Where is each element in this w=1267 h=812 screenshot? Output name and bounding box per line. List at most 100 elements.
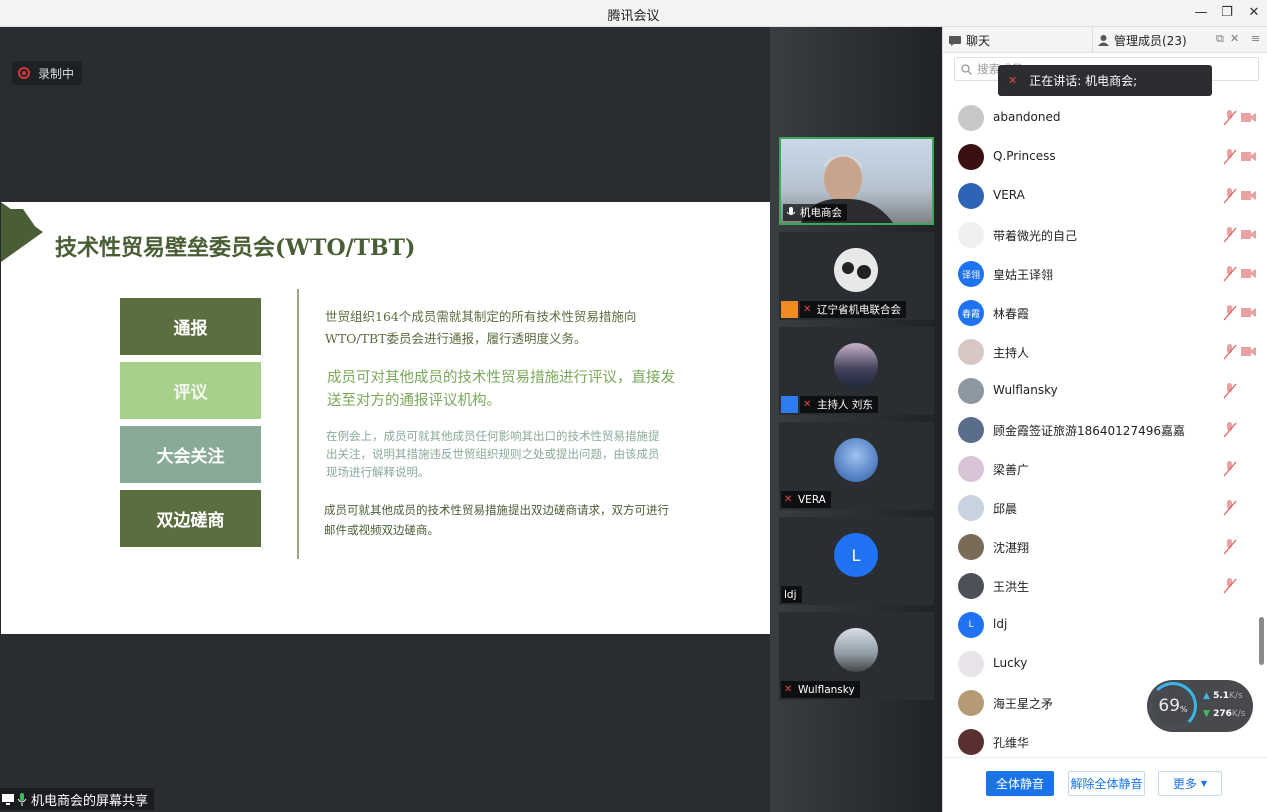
video-tile[interactable]: ✕ 辽宁省机电联合会 (779, 232, 934, 320)
video-tile[interactable]: ✕ VERA (779, 422, 934, 510)
avatar (958, 729, 984, 755)
camera-off-icon[interactable] (1241, 112, 1256, 123)
close-button[interactable]: ✕ (1243, 3, 1265, 23)
list-item[interactable]: Lucky (943, 645, 1267, 683)
chevron-down-icon: ▼ (1200, 779, 1208, 788)
list-item[interactable]: L ldj (943, 606, 1267, 644)
tile-name-label: ✕ 辽宁省机电联合会 (800, 301, 906, 318)
avatar (958, 651, 984, 677)
tab-members[interactable]: 管理成员(23) (1098, 32, 1187, 49)
slide-divider (297, 289, 299, 559)
desc-bilateral: 成员可就其他成员的技术性贸易措施提出双边磋商请求，双方可进行邮件或视频双边磋商。 (324, 503, 669, 537)
member-list-scrollbar[interactable] (1259, 617, 1264, 665)
desc-notification: 世贸组织164个成员需就其制定的所有技术性贸易措施向WTO/TBT委员会进行通报… (325, 309, 637, 346)
list-item[interactable]: 主持人 (943, 333, 1267, 371)
screen-share-icon (2, 794, 14, 805)
camera-off-icon[interactable] (1241, 346, 1256, 357)
avatar (958, 339, 984, 365)
avatar (958, 144, 984, 170)
list-item[interactable]: 邱晨 (943, 489, 1267, 527)
avatar (958, 183, 984, 209)
share-label-text: 机电商会的屏幕共享 (31, 793, 149, 809)
avatar (958, 378, 984, 404)
desc-concern: 在例会上，成员可就其他成员任何影响其出口的技术性贸易措施提出关注，说明其措施违反… (326, 429, 660, 479)
camera-off-icon[interactable] (1241, 151, 1256, 162)
upload-arrow-icon: ▲ (1203, 691, 1210, 701)
mic-muted-icon[interactable] (1223, 149, 1237, 165)
box-comment: 评议 (120, 362, 261, 419)
list-item[interactable]: VERA (943, 177, 1267, 215)
avatar (958, 573, 984, 599)
camera-off-icon[interactable] (1241, 268, 1256, 279)
list-item[interactable]: abandoned (943, 99, 1267, 137)
search-icon (961, 64, 972, 75)
mute-all-button[interactable]: 全体静音 (986, 771, 1054, 796)
tab-separator (1092, 27, 1093, 53)
mic-muted-icon[interactable] (1223, 383, 1237, 399)
box-notification: 通报 (120, 298, 261, 355)
presentation-slide: 技术性贸易壁垒委员会(WTO/TBT) 通报 评议 大会关注 双边磋商 世贸组织… (1, 202, 770, 634)
speaking-text: 正在讲话: 机电商会; (1029, 74, 1138, 88)
avatar (958, 222, 984, 248)
avatar (958, 534, 984, 560)
more-button[interactable]: 更多 ▼ (1158, 771, 1222, 796)
list-item[interactable]: 春霞 林春霞 (943, 294, 1267, 332)
list-item[interactable]: 王洪生 (943, 567, 1267, 605)
tile-name-label: ✕ 主持人 刘东 (800, 396, 878, 413)
minimize-button[interactable]: — (1190, 3, 1212, 23)
network-gauge-widget[interactable]: 69% ▲ 5.1K/s ▼ 276K/s (1147, 680, 1253, 732)
video-tile-speaker[interactable]: 机电商会 (779, 137, 934, 225)
avatar (958, 105, 984, 131)
video-tile[interactable]: ✕ 主持人 刘东 (779, 327, 934, 415)
download-speed: ▼ 276K/s (1203, 709, 1246, 719)
panel-footer: 全体静音 解除全体静音 更多 ▼ (943, 757, 1267, 812)
mic-muted-icon[interactable] (1223, 539, 1237, 555)
avatar: L (834, 533, 878, 577)
list-item[interactable]: 沈湛翔 (943, 528, 1267, 566)
tab-chat[interactable]: 聊天 (949, 32, 990, 49)
list-item[interactable]: 译翎 皇姑王译翎 (943, 255, 1267, 293)
list-item[interactable]: 顾金霞签证旅游18640127496嘉嘉 (943, 411, 1267, 449)
mic-muted-icon: ✕ (803, 303, 812, 315)
mic-muted-icon[interactable] (1223, 305, 1237, 321)
camera-off-icon[interactable] (1241, 229, 1256, 240)
video-column: 机电商会 ✕ 辽宁省机电联合会 ✕ 主持人 刘东 ✕ VERA L ldj ✕ … (770, 27, 942, 812)
mic-muted-icon[interactable] (1223, 227, 1237, 243)
chat-icon (949, 35, 961, 46)
video-tile[interactable]: ✕ Wulflansky (779, 612, 934, 700)
shared-screen-stage: 录制中 技术性贸易壁垒委员会(WTO/TBT) 通报 评议 大会关注 双边磋商 … (0, 27, 770, 812)
desc-comment: 成员可对其他成员的技术性贸易措施进行评议，直接发送至对方的通报评议机构。 (327, 370, 675, 409)
mic-muted-icon[interactable] (1223, 461, 1237, 477)
mic-muted-icon[interactable] (1223, 422, 1237, 438)
host-icon (781, 396, 798, 413)
restore-button[interactable]: ❐ (1216, 3, 1238, 23)
list-item[interactable]: 带着微光的自己 (943, 216, 1267, 254)
avatar (958, 690, 984, 716)
avatar (958, 456, 984, 482)
mic-muted-icon[interactable] (1223, 500, 1237, 516)
slide-chevron-decoration (1, 202, 43, 262)
video-tile[interactable]: L ldj (779, 517, 934, 605)
mic-muted-icon[interactable] (1223, 578, 1237, 594)
camera-off-icon[interactable] (1241, 190, 1256, 201)
camera-off-icon[interactable] (1241, 307, 1256, 318)
window-title: 腾讯会议 (607, 9, 660, 24)
list-item[interactable]: 梁善广 (943, 450, 1267, 488)
popout-icon[interactable]: ⧉ (1216, 32, 1224, 46)
avatar (958, 417, 984, 443)
list-item[interactable]: Wulflansky (943, 372, 1267, 410)
box-concern: 大会关注 (120, 426, 261, 483)
close-panel-icon[interactable]: ✕ (1230, 32, 1239, 45)
mic-muted-icon[interactable] (1223, 110, 1237, 126)
mic-muted-icon[interactable] (1223, 266, 1237, 282)
unmute-all-button[interactable]: 解除全体静音 (1068, 771, 1145, 796)
menu-icon[interactable]: ≡ (1251, 32, 1260, 45)
recording-indicator[interactable]: 录制中 (12, 61, 83, 85)
mic-muted-icon[interactable] (1223, 188, 1237, 204)
cpu-gauge: 69% (1149, 682, 1197, 730)
recording-label: 录制中 (38, 66, 75, 81)
box-bilateral: 双边磋商 (120, 490, 261, 547)
mic-muted-icon[interactable] (1223, 344, 1237, 360)
avatar: 译翎 (958, 261, 984, 287)
list-item[interactable]: Q.Princess (943, 138, 1267, 176)
